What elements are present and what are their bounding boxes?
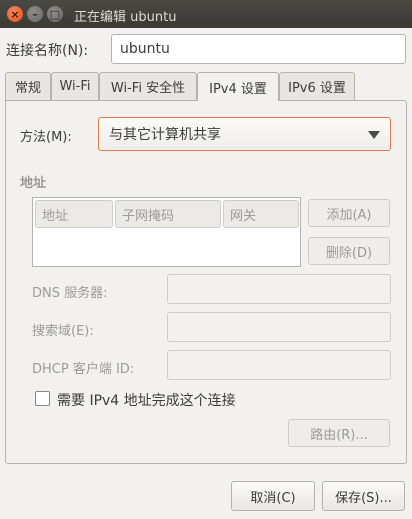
- tab-wifi[interactable]: Wi-Fi: [51, 72, 99, 100]
- require-ipv4-label[interactable]: 需要 IPv4 地址完成这个连接: [57, 390, 236, 410]
- connection-name-value: ubuntu: [120, 41, 170, 57]
- close-icon[interactable]: ×: [7, 6, 23, 22]
- tab-ipv4-settings[interactable]: IPv4 设置: [197, 72, 279, 101]
- method-label: 方法(M):: [20, 130, 72, 145]
- method-value: 与其它计算机共享: [109, 127, 221, 143]
- require-ipv4-checkbox[interactable]: [35, 391, 50, 406]
- addresses-section-title: 地址: [20, 176, 47, 191]
- title-bar: × – □ 正在编辑 ubuntu: [0, 0, 412, 28]
- tab-general[interactable]: 常规: [5, 72, 51, 100]
- tab-ipv6-settings[interactable]: IPv6 设置: [279, 72, 355, 100]
- cancel-button[interactable]: 取消(C): [231, 481, 315, 511]
- delete-address-button[interactable]: 删除(D): [308, 237, 390, 265]
- tab-wifi-security[interactable]: Wi-Fi 安全性: [99, 72, 197, 100]
- column-header-address: 地址: [35, 200, 113, 228]
- routes-button[interactable]: 路由(R)...: [288, 419, 390, 447]
- dns-servers-label: DNS 服务器:: [32, 286, 108, 301]
- dhcp-client-id-label: DHCP 客户端 ID:: [32, 362, 135, 377]
- addresses-table[interactable]: 地址 子网掩码 网关: [32, 197, 301, 267]
- search-domains-input[interactable]: [167, 312, 391, 342]
- dropdown-arrow-icon: [368, 131, 380, 139]
- add-address-button[interactable]: 添加(A): [308, 199, 390, 227]
- connection-name-label: 连接名称(N):: [6, 43, 89, 59]
- dhcp-client-id-input[interactable]: [167, 350, 391, 380]
- column-header-gateway: 网关: [223, 200, 299, 228]
- method-select[interactable]: 与其它计算机共享: [98, 117, 391, 151]
- minimize-icon[interactable]: –: [27, 6, 43, 22]
- dns-servers-input[interactable]: [167, 274, 391, 304]
- connection-name-input[interactable]: ubuntu: [111, 34, 406, 64]
- save-button[interactable]: 保存(S)...: [322, 481, 405, 511]
- maximize-icon[interactable]: □: [47, 6, 63, 22]
- column-header-netmask: 子网掩码: [115, 200, 221, 228]
- window-title: 正在编辑 ubuntu: [74, 10, 177, 25]
- search-domains-label: 搜索域(E):: [32, 324, 94, 339]
